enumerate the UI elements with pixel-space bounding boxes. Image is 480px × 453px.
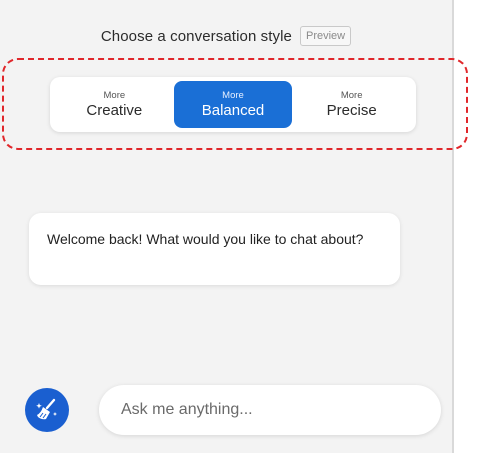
preview-badge: Preview (300, 26, 352, 46)
chat-input-box (99, 385, 441, 435)
broom-icon (36, 398, 57, 420)
welcome-message: Welcome back! What would you like to cha… (29, 213, 400, 285)
style-highlight-annotation (2, 58, 468, 150)
ask-input[interactable] (119, 400, 421, 420)
conversation-style-heading: Choose a conversation style (100, 27, 292, 45)
welcome-message-text: Welcome back! What would you like to cha… (47, 231, 364, 247)
conversation-style-header: Choose a conversation style Preview (0, 26, 452, 46)
new-topic-button[interactable] (25, 388, 69, 432)
